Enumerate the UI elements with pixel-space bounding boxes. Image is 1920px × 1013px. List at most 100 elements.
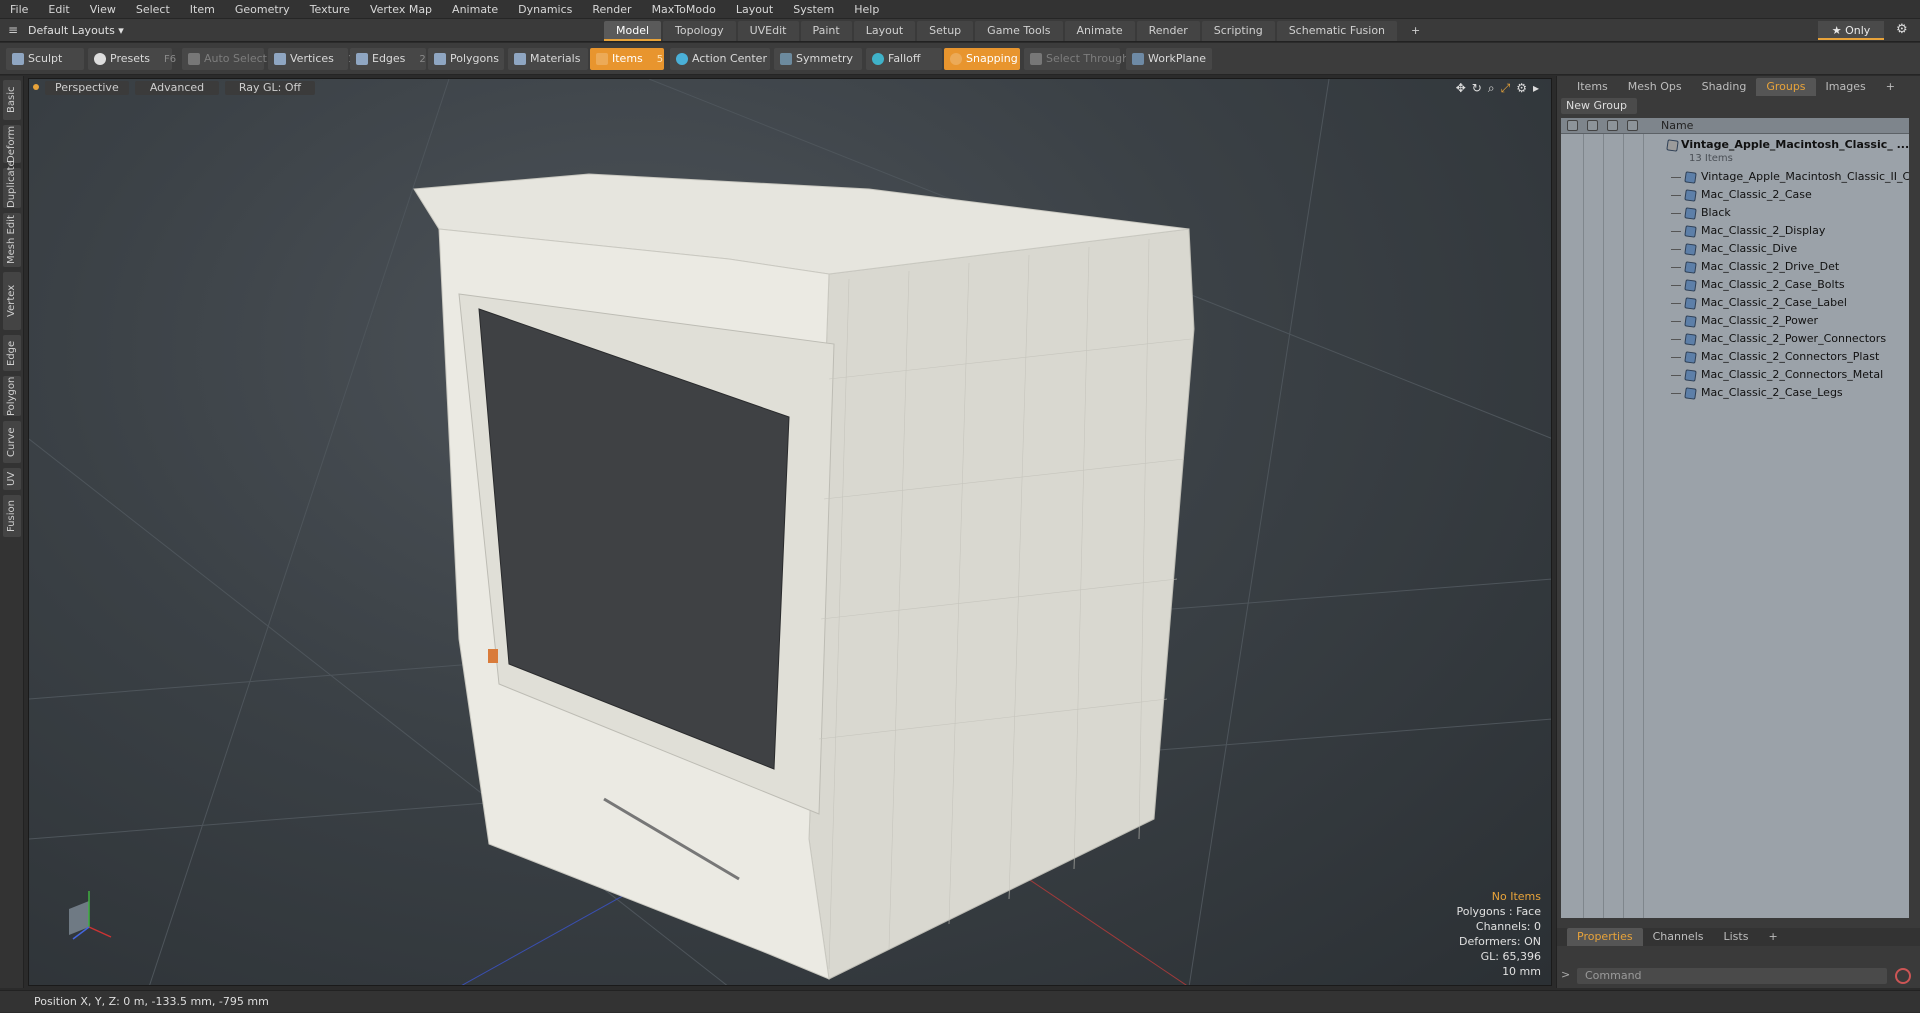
select-col-icon[interactable] <box>1627 120 1638 131</box>
vertices-button[interactable]: Vertices1 <box>268 48 354 70</box>
vtab-fusion[interactable]: Fusion <box>3 495 21 537</box>
vtab-basic[interactable]: Basic <box>3 80 21 120</box>
menu-animate[interactable]: Animate <box>442 0 508 19</box>
tree-header: Name <box>1561 118 1909 134</box>
tree-item[interactable]: Mac_Classic_2_Power <box>1561 312 1909 330</box>
lock-col-icon[interactable] <box>1607 120 1618 131</box>
vtab-mesh-edit[interactable]: Mesh Edit <box>3 213 21 267</box>
vtab-duplicate[interactable]: Duplicate <box>3 160 21 208</box>
tree-item[interactable]: Black <box>1561 204 1909 222</box>
vtab-edge[interactable]: Edge <box>3 335 21 371</box>
menu-help[interactable]: Help <box>844 0 889 19</box>
menu-bar: File Edit View Select Item Geometry Texture Ver… <box>0 0 1920 19</box>
edges-button[interactable]: Edges 2 <box>350 48 426 70</box>
tree-item[interactable]: Mac_Classic_2_Drive_Det <box>1561 258 1909 276</box>
menu-vertex-map[interactable]: Vertex Map <box>360 0 442 19</box>
auto-select-button[interactable]: Auto Select <box>182 48 267 70</box>
vtab-deform[interactable]: Deform <box>3 125 21 163</box>
advanced-button[interactable]: Advanced <box>135 81 219 95</box>
tab-render[interactable]: Render <box>1136 21 1200 41</box>
polygons-button[interactable]: Polygons <box>428 48 504 70</box>
tab-model[interactable]: Model <box>604 21 662 41</box>
menu-dynamics[interactable]: Dynamics <box>508 0 582 19</box>
snapping-button[interactable]: Snapping <box>944 48 1020 70</box>
panel-tab-properties[interactable]: Properties <box>1567 928 1643 946</box>
workplane-button[interactable]: WorkPlane <box>1126 48 1212 70</box>
add-tab-button[interactable]: + <box>1399 21 1432 41</box>
tree-item[interactable]: Mac_Classic_2_Connectors_Metal <box>1561 366 1909 384</box>
viewport-gear-icon[interactable]: ⚙ <box>1516 81 1527 96</box>
panel-tab-groups[interactable]: Groups <box>1756 78 1816 96</box>
only-button[interactable]: ★ Only <box>1818 21 1884 40</box>
tab-setup[interactable]: Setup <box>917 21 974 41</box>
tree-connector <box>1671 375 1681 376</box>
menu-texture[interactable]: Texture <box>300 0 360 19</box>
panel-tab-items[interactable]: Items <box>1567 78 1618 96</box>
tab-animate[interactable]: Animate <box>1064 21 1135 41</box>
vtab-vertex[interactable]: Vertex <box>3 272 21 330</box>
layout-menu-icon[interactable]: ≡ <box>8 23 22 37</box>
perspective-button[interactable]: Perspective <box>45 81 129 95</box>
presets-button[interactable]: Presets F6 <box>88 48 176 70</box>
menu-render[interactable]: Render <box>582 0 641 19</box>
panel-tab-mesh-ops[interactable]: Mesh Ops <box>1618 78 1692 96</box>
3d-viewport[interactable]: Perspective Advanced Ray GL: Off ✥ ↻ ⌕ ⤢… <box>28 78 1552 986</box>
symmetry-button[interactable]: Symmetry <box>774 48 862 70</box>
new-group-button[interactable]: New Group <box>1561 98 1637 114</box>
tree-item[interactable]: Mac_Classic_2_Display <box>1561 222 1909 240</box>
layout-select[interactable]: Default Layouts ▾ <box>28 22 124 39</box>
tab-topology[interactable]: Topology <box>663 21 736 41</box>
arrow-right-icon[interactable]: ▸ <box>1533 81 1539 96</box>
materials-button[interactable]: Materials <box>508 48 588 70</box>
panel-tab-lists[interactable]: Lists <box>1714 928 1759 946</box>
menu-view[interactable]: View <box>80 0 126 19</box>
tab-game-tools[interactable]: Game Tools <box>975 21 1063 41</box>
maximize-icon[interactable]: ⤢ <box>1501 81 1511 96</box>
properties-add-tab-button[interactable]: + <box>1758 928 1787 946</box>
menu-layout[interactable]: Layout <box>726 0 783 19</box>
menu-item[interactable]: Item <box>180 0 225 19</box>
zoom-icon[interactable]: ⌕ <box>1488 81 1495 96</box>
menu-system[interactable]: System <box>783 0 844 19</box>
menu-file[interactable]: File <box>0 0 38 19</box>
visibility-col-icon[interactable] <box>1567 120 1578 131</box>
tree-item[interactable]: Mac_Classic_2_Connectors_Plast <box>1561 348 1909 366</box>
panel-tab-shading[interactable]: Shading <box>1692 78 1757 96</box>
sculpt-button[interactable]: Sculpt <box>6 48 84 70</box>
panel-tab-channels[interactable]: Channels <box>1643 928 1714 946</box>
menu-maxtomodo[interactable]: MaxToModo <box>642 0 726 19</box>
tab-schematic-fusion[interactable]: Schematic Fusion <box>1276 21 1398 41</box>
menu-select[interactable]: Select <box>126 0 180 19</box>
record-icon[interactable] <box>1895 968 1911 984</box>
tab-paint[interactable]: Paint <box>800 21 852 41</box>
tree-item[interactable]: Mac_Classic_2_Case_Bolts <box>1561 276 1909 294</box>
menu-edit[interactable]: Edit <box>38 0 79 19</box>
panel-add-tab-button[interactable]: + <box>1876 78 1905 96</box>
select-through-button[interactable]: Select Through <box>1024 48 1129 70</box>
falloff-button[interactable]: Falloff <box>866 48 942 70</box>
raygl-button[interactable]: Ray GL: Off <box>225 81 315 95</box>
mesh-icon <box>1684 315 1697 328</box>
tree-item[interactable]: Mac_Classic_2_Case_Label <box>1561 294 1909 312</box>
tree-item[interactable]: Mac_Classic_2_Power_Connectors <box>1561 330 1909 348</box>
items-button[interactable]: Items 5 <box>590 48 664 70</box>
tab-uvedit[interactable]: UVEdit <box>737 21 799 41</box>
render-col-icon[interactable] <box>1587 120 1598 131</box>
panel-tab-images[interactable]: Images <box>1816 78 1876 96</box>
tab-layout[interactable]: Layout <box>853 21 916 41</box>
tree-item[interactable]: Vintage_Apple_Macintosh_Classic_II_C ... <box>1561 168 1909 186</box>
gear-icon[interactable]: ⚙ <box>1896 22 1908 37</box>
command-input[interactable]: Command <box>1577 968 1887 984</box>
rotate-icon[interactable]: ↻ <box>1472 81 1482 96</box>
move-icon[interactable]: ✥ <box>1456 81 1466 96</box>
tree-item[interactable]: Mac_Classic_2_Case_Legs <box>1561 384 1909 402</box>
vtab-uv[interactable]: UV <box>3 468 21 490</box>
falloff-icon <box>872 53 884 65</box>
tab-scripting[interactable]: Scripting <box>1201 21 1275 41</box>
vtab-polygon[interactable]: Polygon <box>3 376 21 416</box>
vtab-curve[interactable]: Curve <box>3 421 21 463</box>
tree-item[interactable]: Mac_Classic_Dive <box>1561 240 1909 258</box>
action-center-button[interactable]: Action Center <box>670 48 770 70</box>
tree-item[interactable]: Mac_Classic_2_Case <box>1561 186 1909 204</box>
menu-geometry[interactable]: Geometry <box>225 0 300 19</box>
